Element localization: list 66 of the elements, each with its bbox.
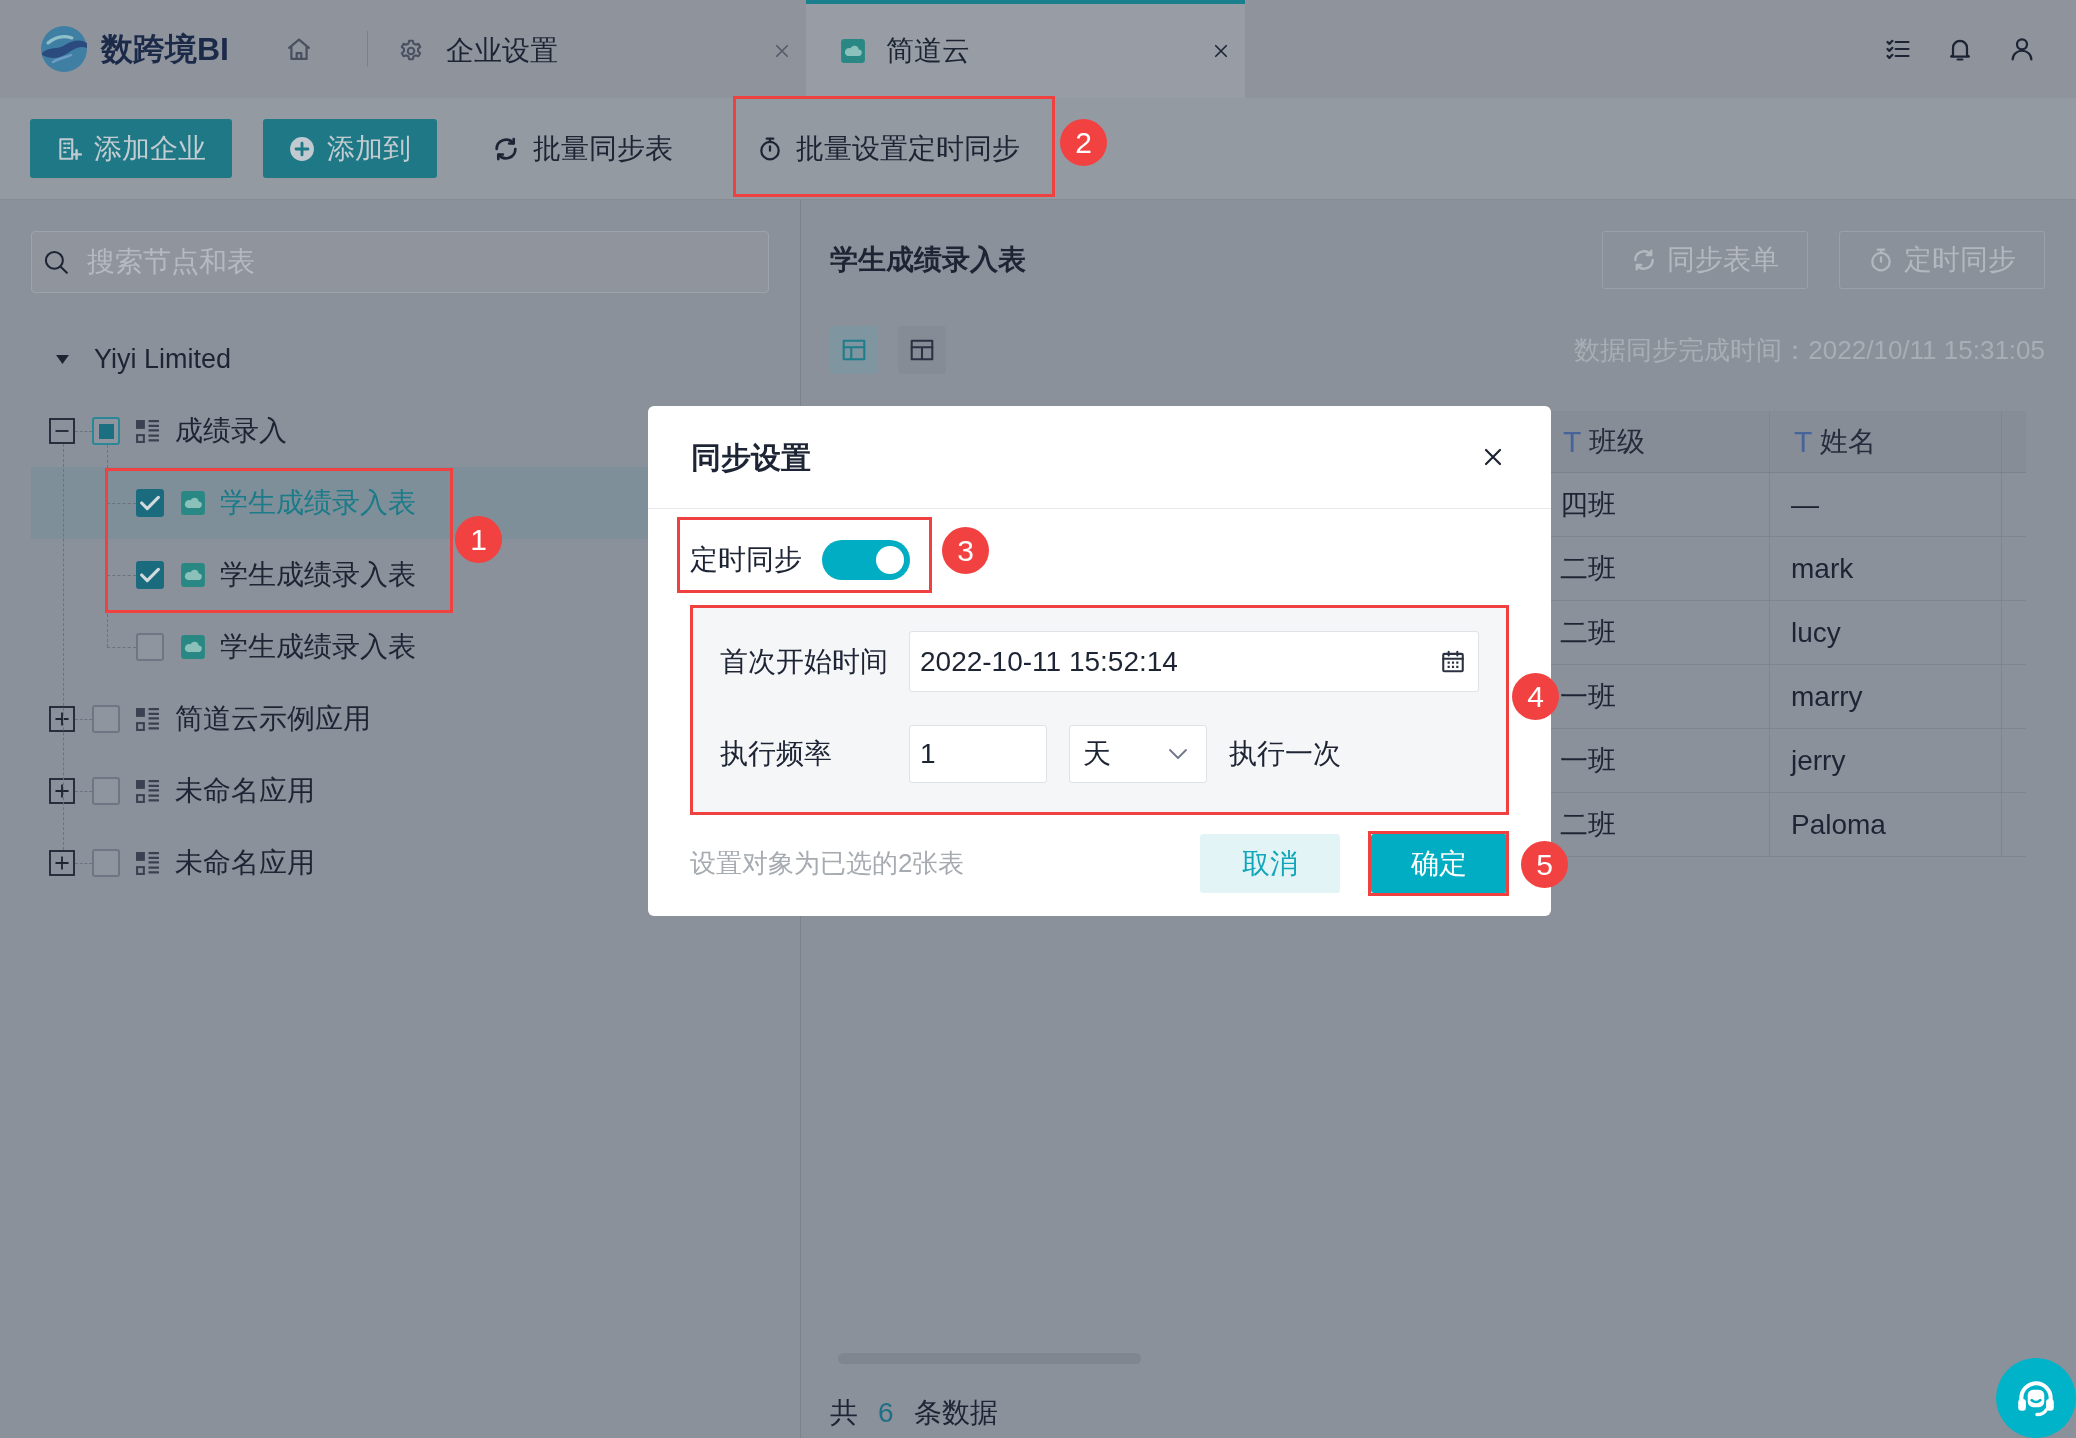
app-grid-icon <box>135 850 160 876</box>
checkbox[interactable] <box>92 849 120 877</box>
search-icon <box>43 249 69 275</box>
selection-note: 设置对象为已选的2张表 <box>690 847 965 880</box>
view-toggle[interactable] <box>830 326 878 374</box>
table-cell: Paloma <box>1769 793 2001 856</box>
view-toggle[interactable] <box>898 326 946 374</box>
cloud-tile-icon <box>180 634 206 660</box>
table-cell: jerry <box>1769 729 2001 792</box>
calendar-icon[interactable] <box>1440 648 1466 675</box>
confirm-button[interactable]: 确定 <box>1371 834 1507 893</box>
app-grid-icon <box>135 418 160 444</box>
plus-circle-icon <box>289 135 315 162</box>
toolbar-button[interactable]: 添加企业 <box>30 119 232 178</box>
checkbox[interactable] <box>136 633 164 661</box>
cloud-tile-icon <box>840 38 866 64</box>
layout-icon <box>909 337 935 363</box>
toolbar-button[interactable]: 批量同步表 <box>492 119 673 178</box>
number-field[interactable]: 1 <box>909 725 1047 783</box>
panel-title: 学生成绩录入表 <box>830 243 1026 277</box>
type-mark: T <box>1563 424 1582 460</box>
tab[interactable]: 企业设置 <box>378 0 806 98</box>
expand-icon[interactable] <box>49 778 75 804</box>
table-cell: mark <box>1769 537 2001 600</box>
add-company-icon <box>56 135 82 162</box>
checkbox[interactable] <box>136 561 164 589</box>
checkbox[interactable] <box>92 417 120 445</box>
table-cell: marry <box>1769 665 2001 728</box>
expand-icon[interactable] <box>49 850 75 876</box>
stopwatch-icon <box>1868 247 1894 273</box>
expand-icon[interactable] <box>49 706 75 732</box>
logo-icon <box>39 24 89 74</box>
cancel-button[interactable]: 取消 <box>1200 834 1340 893</box>
close-icon[interactable] <box>1212 42 1230 60</box>
table-cell: — <box>1769 473 2001 536</box>
app-grid-icon <box>135 706 160 732</box>
layout-icon <box>841 337 867 363</box>
toolbar-button[interactable]: 添加到 <box>263 119 437 178</box>
caret-down-icon[interactable] <box>55 353 70 365</box>
table-cell: lucy <box>1769 601 2001 664</box>
type-mark: T <box>1794 424 1813 460</box>
unit-dropdown[interactable]: 天 <box>1069 725 1207 783</box>
toggle-switch[interactable] <box>822 540 910 580</box>
toolbar-button[interactable]: 批量设置定时同步 <box>757 119 1020 178</box>
checkmark-icon <box>140 493 160 513</box>
toggle-label: 定时同步 <box>690 543 802 577</box>
cloud-tile-icon <box>180 490 206 516</box>
checkmark-icon <box>140 565 160 585</box>
date-time-field[interactable]: 2022-10-11 15:52:14 <box>909 631 1479 692</box>
app-grid-icon <box>135 778 160 804</box>
cloud-tile-icon <box>180 562 206 588</box>
checkbox[interactable] <box>136 489 164 517</box>
checkbox[interactable] <box>92 705 120 733</box>
column-header: 班级 <box>1589 424 1646 459</box>
field-label: 首次开始时间 <box>720 644 889 679</box>
record-count: 共 6 条数据 <box>830 1396 998 1430</box>
tab[interactable]: 简道云 <box>806 0 1245 98</box>
field-label: 执行频率 <box>720 737 833 771</box>
column-header: 姓名 <box>1820 424 1877 459</box>
frequency-suffix: 执行一次 <box>1229 737 1341 771</box>
stopwatch-icon <box>757 135 783 162</box>
refresh-icon <box>1631 247 1657 273</box>
collapse-icon[interactable] <box>49 418 75 444</box>
checkbox[interactable] <box>92 777 120 805</box>
logo-text: 数跨境BI <box>101 30 229 69</box>
tree-item[interactable]: Yiyi Limited <box>31 323 769 395</box>
